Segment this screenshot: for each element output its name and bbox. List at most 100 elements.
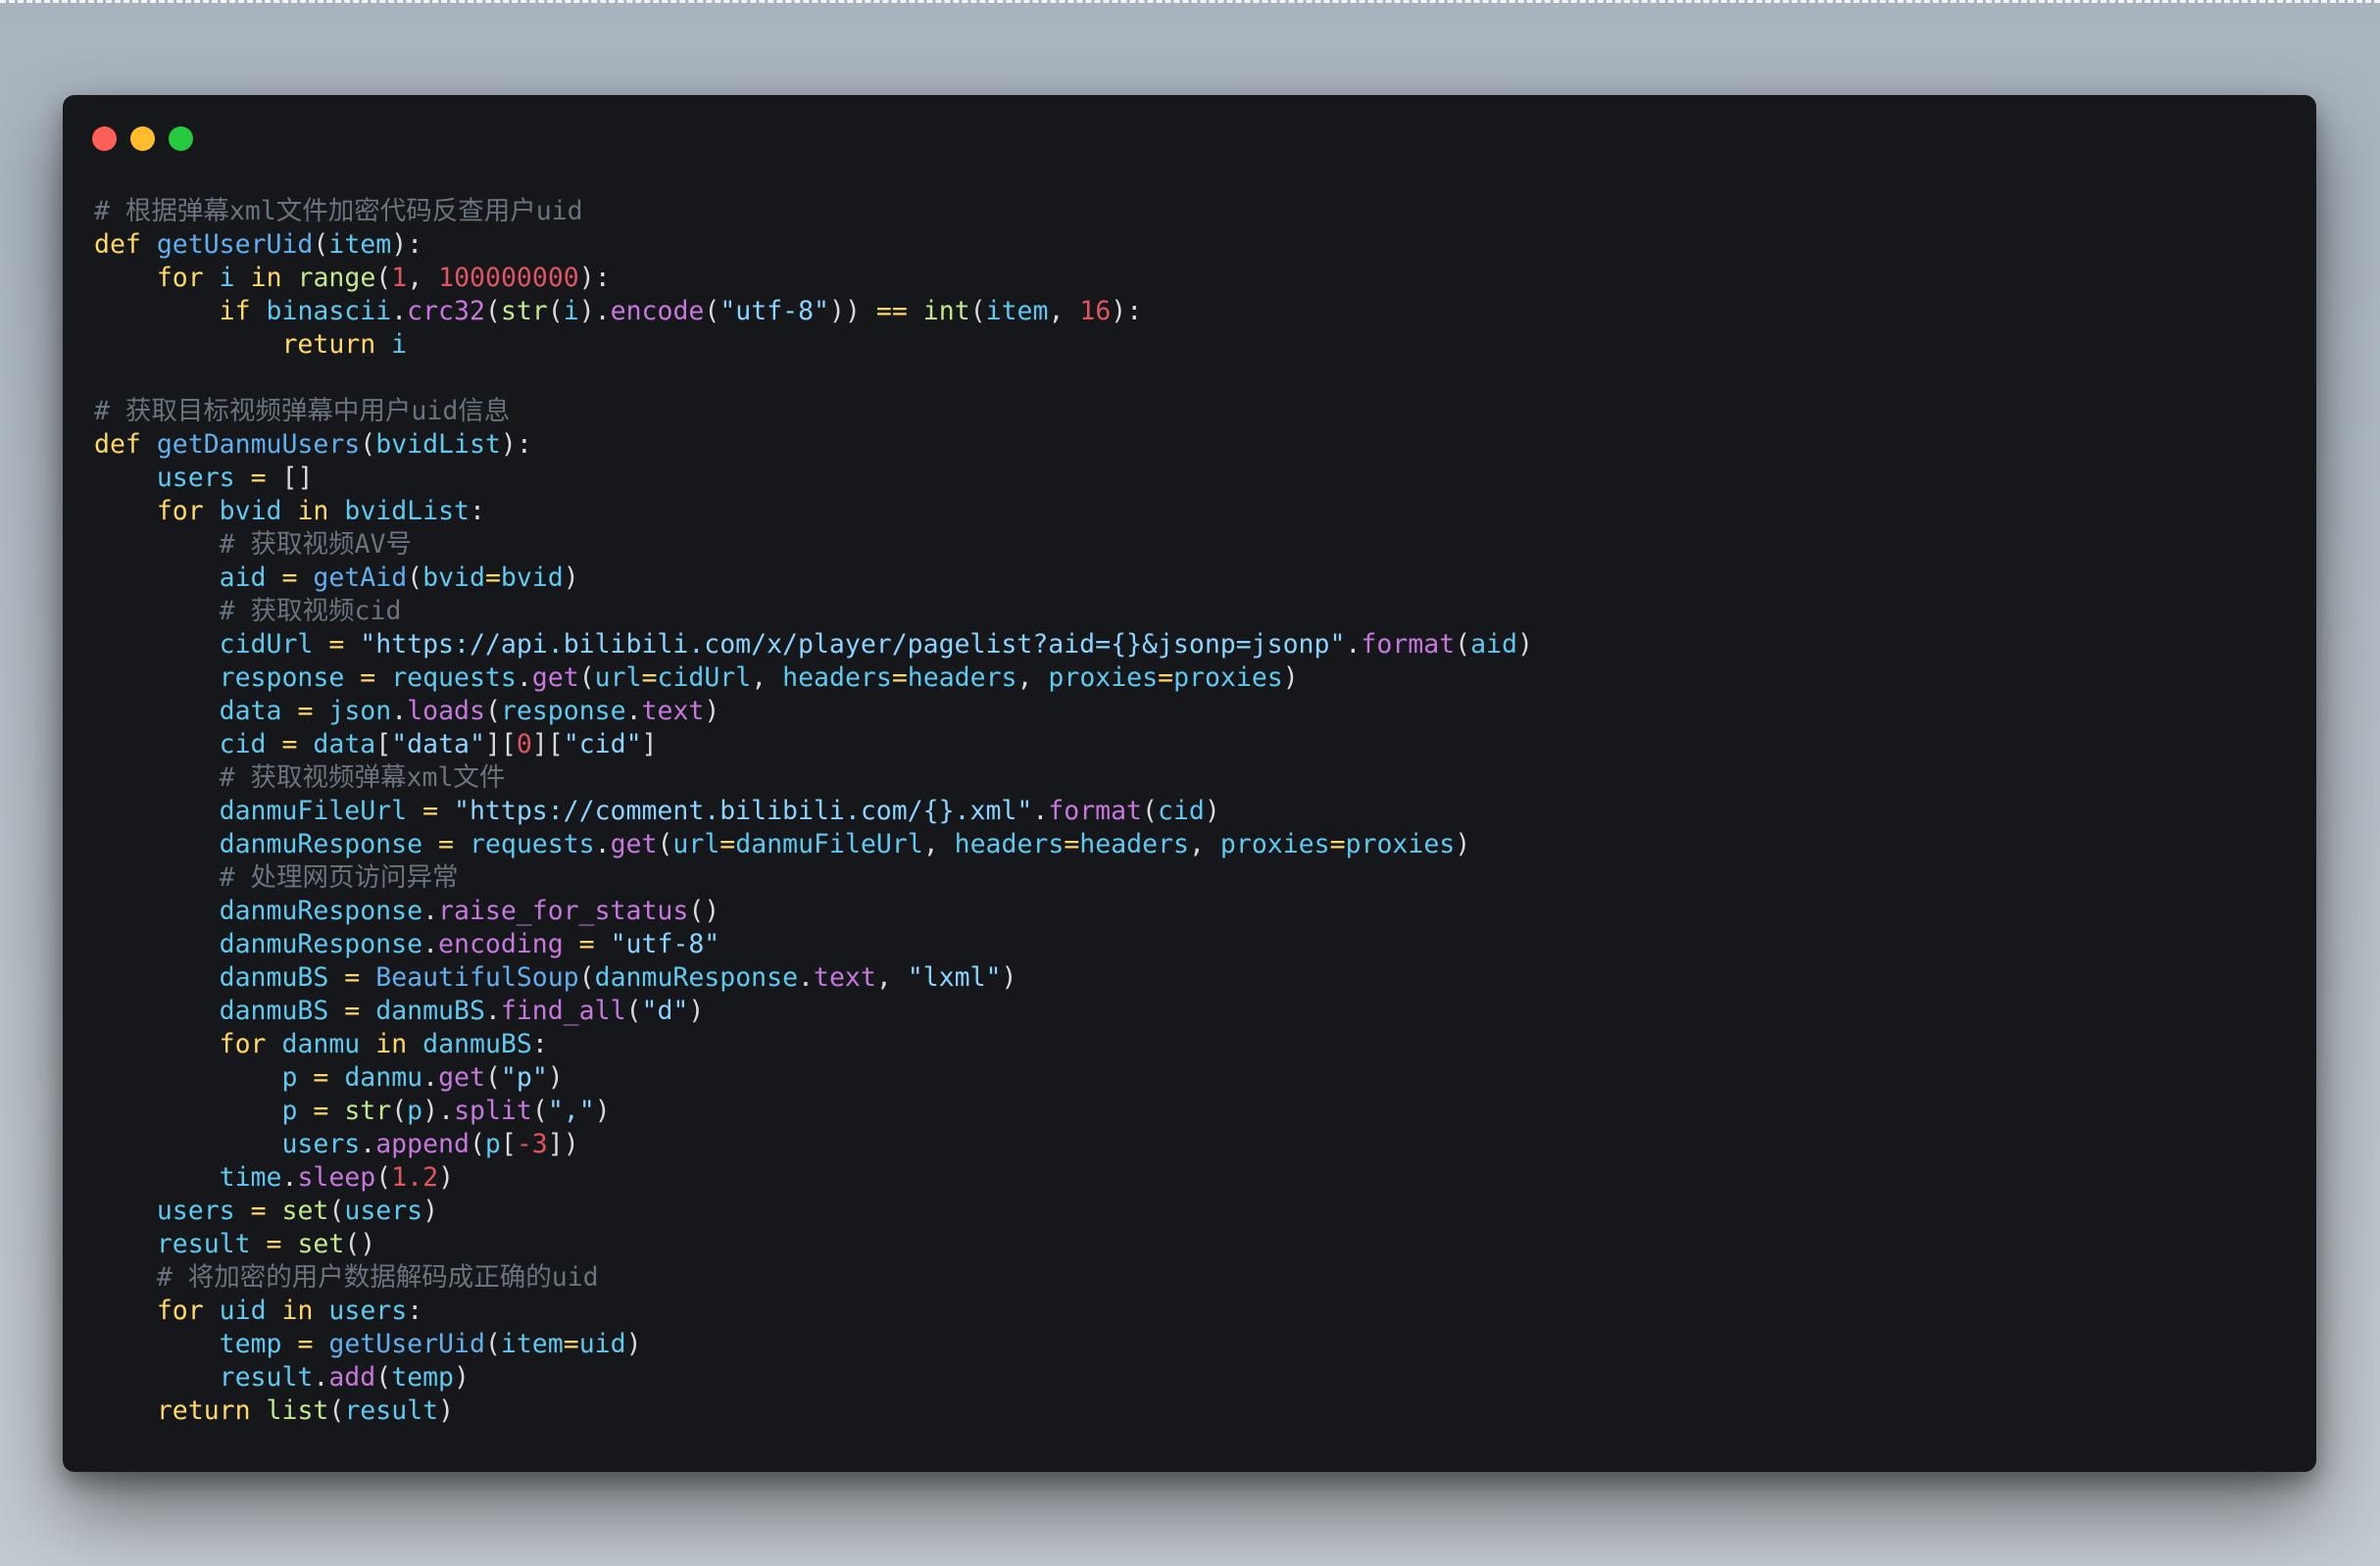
code-token-ident: proxies [1219, 829, 1330, 859]
code-token-keyword: for [156, 496, 204, 526]
code-token-ident: danmu [344, 1062, 423, 1093]
code-token-attr: get [610, 829, 658, 859]
code-token-keyword: return [281, 329, 376, 360]
code-token-punct: ( [391, 1096, 408, 1126]
code-token-punct: [ [500, 1129, 517, 1159]
code-token-attr: append [375, 1129, 470, 1159]
code-token-ident: danmu [281, 1029, 361, 1059]
code-token-ident: time [219, 1162, 282, 1193]
code-token-attr: split [454, 1096, 532, 1126]
code-token-punct: ) [1455, 829, 1471, 859]
code-line: p = danmu.get("p") [94, 1061, 2297, 1095]
close-icon[interactable] [92, 126, 117, 151]
code-token-punct: ): [500, 429, 532, 460]
maximize-icon[interactable] [169, 126, 193, 151]
code-line: users = [] [94, 462, 2297, 495]
code-token-ident: bvid [219, 496, 282, 526]
code-line: for uid in users: [94, 1295, 2297, 1328]
code-token-operator: = [1329, 829, 1346, 859]
window-controls [92, 126, 193, 152]
code-token-operator: = [422, 796, 439, 826]
code-token-string: "data" [391, 729, 485, 759]
code-token-string: "p" [500, 1062, 548, 1093]
code-token-ident: temp [391, 1362, 455, 1393]
code-line: danmuBS = danmuBS.find_all("d") [94, 995, 2297, 1028]
code-token-punct: ( [704, 296, 720, 326]
code-token-punct: . [1345, 629, 1362, 660]
minimize-icon[interactable] [130, 126, 155, 151]
code-token-ident: danmuResponse [219, 929, 423, 959]
code-token-punct: . [391, 296, 408, 326]
code-token-operator: = [1158, 662, 1174, 693]
code-token-keyword: in [297, 496, 329, 526]
code-token-punct: . [391, 696, 408, 726]
code-line: danmuResponse.raise_for_status() [94, 895, 2297, 928]
code-token-attr: format [1048, 796, 1143, 826]
code-token-punct: , [1048, 296, 1080, 326]
code-token-punct: . [625, 696, 642, 726]
code-token-punct: , [922, 829, 955, 859]
code-token-punct: : [470, 496, 485, 526]
code-token-ident: cid [219, 729, 267, 759]
code-token-punct: , [1016, 662, 1049, 693]
code-token-punct: , [751, 662, 783, 693]
code-token-builtin: set [297, 1229, 345, 1259]
code-token-ident: headers [954, 829, 1065, 859]
code-token-ident: danmuResponse [219, 829, 423, 859]
code-token-punct: ) [1204, 796, 1220, 826]
code-line: danmuResponse.encoding = "utf-8" [94, 928, 2297, 961]
code-token-ident: users [344, 1196, 423, 1226]
code-token-ident: headers [907, 662, 1017, 693]
code-token-ident: users [328, 1296, 408, 1326]
code-token-attr: text [814, 962, 876, 993]
code-token-ident: item [328, 229, 392, 260]
code-token-punct: : [531, 1029, 548, 1059]
code-token-comment: # 处理网页访问异常 [219, 862, 459, 893]
code-token-ident: response [219, 662, 345, 693]
code-line: # 获取视频cid [94, 595, 2297, 628]
code-line: danmuResponse = requests.get(url=danmuFi… [94, 828, 2297, 861]
code-token-keyword: in [281, 1296, 314, 1326]
code-token-operator: = [891, 662, 908, 693]
code-token-punct: ) [547, 1062, 564, 1093]
code-token-punct: ) [1516, 629, 1533, 660]
code-token-comment: # 获取视频弹幕xml文件 [219, 762, 506, 793]
code-token-punct: [ [375, 729, 392, 759]
code-token-operator: = [438, 829, 454, 859]
code-token-attr: get [531, 662, 579, 693]
code-token-ident: item [985, 296, 1049, 326]
code-token-keyword: def [94, 429, 141, 460]
code-token-string: "cid" [563, 729, 642, 759]
code-token-punct: ( [484, 1062, 501, 1093]
code-token-ident: item [500, 1329, 564, 1359]
code-token-attr: raise_for_status [438, 896, 689, 926]
code-line: # 获取视频弹幕xml文件 [94, 761, 2297, 795]
code-token-ident: uid [578, 1329, 626, 1359]
code-token-ident: users [281, 1129, 361, 1159]
code-token-ident: json [328, 696, 392, 726]
code-token-ident: danmuFileUrl [735, 829, 923, 859]
code-token-operator: = [578, 929, 595, 959]
code-token-func: getDanmuUsers [156, 429, 361, 460]
code-token-ident: users [156, 463, 235, 493]
